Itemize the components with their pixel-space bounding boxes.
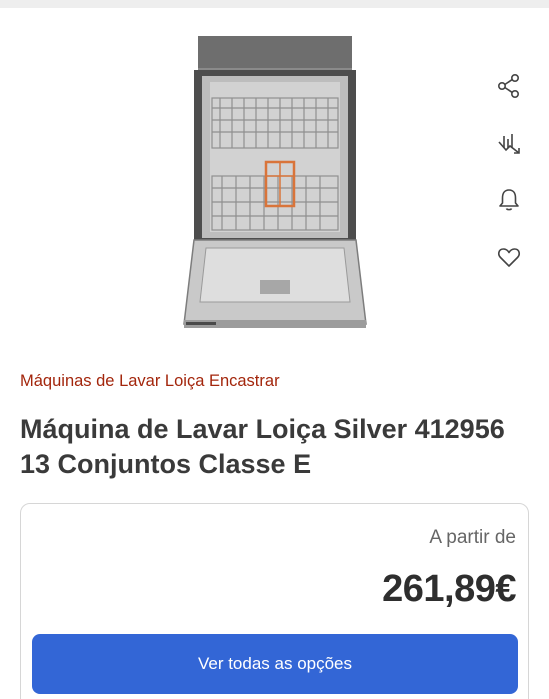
category-link[interactable]: Máquinas de Lavar Loiça Encastrar (20, 372, 280, 391)
price-history-button[interactable] (489, 123, 529, 163)
product-price: 261,89€ (382, 568, 516, 610)
product-actions (489, 66, 529, 294)
share-button[interactable] (489, 66, 529, 106)
product-title: Máquina de Lavar Loiça Silver 412956 13 … (20, 414, 505, 479)
price-history-icon (498, 134, 520, 154)
see-all-options-button[interactable]: Ver todas as opções (32, 634, 518, 694)
favorite-button[interactable] (489, 237, 529, 277)
price-from-label: A partir de (429, 527, 516, 548)
bell-icon (499, 189, 519, 211)
share-icon (497, 73, 520, 98)
price-card: A partir de 261,89€ Ver todas as opções (20, 503, 529, 699)
price-alert-button[interactable] (489, 180, 529, 220)
top-divider (0, 0, 549, 8)
product-image[interactable] (180, 36, 370, 332)
heart-icon (498, 248, 520, 267)
